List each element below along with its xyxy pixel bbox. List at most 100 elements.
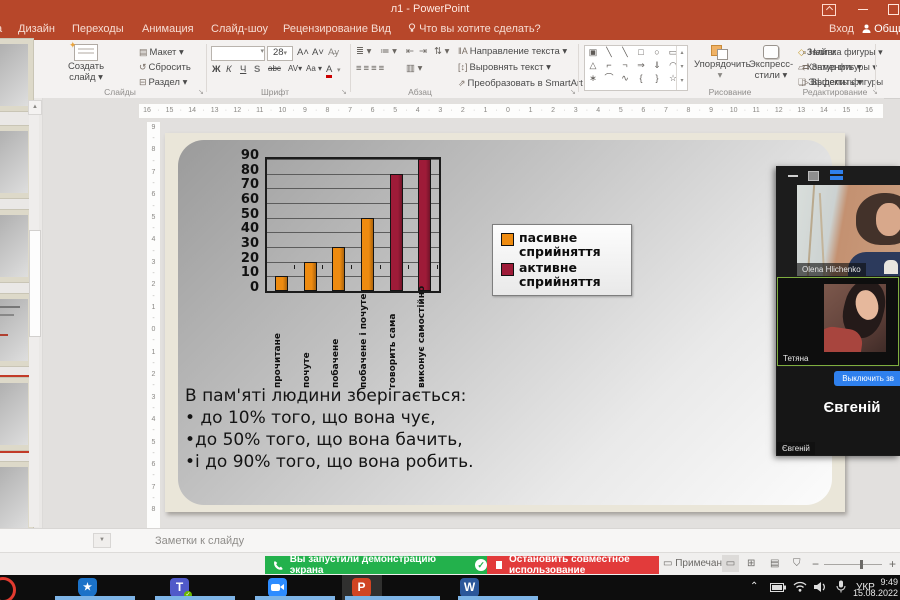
strikethrough-button[interactable]: abc — [268, 64, 281, 73]
chart-bar[interactable] — [361, 218, 374, 291]
replace-button[interactable]: ⇄Заменить ▾ — [802, 62, 862, 73]
layout-button[interactable]: ▤Макет ▾ — [139, 47, 184, 58]
chart-gridline — [267, 174, 439, 175]
change-case-button[interactable]: Aa ▾ — [306, 64, 322, 73]
chart-bar[interactable] — [332, 247, 345, 291]
shapes-scroll[interactable]: ▴▾▾ — [676, 46, 687, 90]
participant-novideo[interactable]: Выключить зв Євгеній Євгеній — [777, 367, 900, 455]
ruler-number: 8 — [147, 506, 160, 513]
zoom-slider-track[interactable] — [824, 564, 882, 565]
quick-styles-button[interactable]: Экспресс- стили ▾ — [748, 45, 794, 81]
clear-format-button[interactable]: A̶y — [328, 47, 339, 58]
slide-text-block[interactable]: В пам'яті людини зберігається: • до 10% … — [185, 385, 474, 473]
tab-fragment[interactable]: а — [0, 23, 2, 35]
find-button[interactable]: ⌕Найти — [802, 47, 836, 58]
font-color-button[interactable]: A — [326, 64, 332, 78]
wifi-icon[interactable] — [793, 581, 807, 592]
ruler-number: 1 — [477, 107, 493, 114]
chart-bar[interactable] — [304, 262, 317, 291]
battery-icon[interactable] — [770, 583, 786, 592]
reset-button[interactable]: ↺Сбросить — [139, 62, 191, 73]
slideshow-icon[interactable]: ⛉ — [793, 558, 801, 569]
slides-dialog-launcher[interactable]: ↘ — [198, 88, 204, 96]
indent-increase-button[interactable]: ⇥ — [419, 46, 427, 57]
chart-legend[interactable]: пасивне сприйняттяактивне сприйняття — [492, 224, 632, 296]
zoom-slider-thumb[interactable] — [860, 560, 863, 569]
indent-decrease-button[interactable]: ⇤ — [406, 46, 414, 57]
zoom-gallery-view-icon[interactable] — [830, 170, 843, 180]
grow-font-button[interactable]: A˄ — [297, 47, 309, 58]
window-strip — [255, 596, 335, 600]
shapes-gallery[interactable]: ▣╲╲□○▭ △⌐¬⇒⇓◠ ∗⌒∿{}☆ ▴▾▾ — [584, 45, 688, 91]
chart-bar[interactable] — [275, 276, 288, 291]
new-slide-button[interactable]: ✦ Создать слайд ▾ — [38, 44, 134, 83]
participant-video[interactable]: Olena Hlichenko — [797, 185, 900, 276]
notes-pane[interactable]: ▼ Заметки к слайду — [0, 528, 900, 553]
line-spacing-button[interactable]: ⇅ ▾ — [434, 46, 449, 57]
font-color-arrow[interactable]: ▾ — [337, 66, 341, 74]
browser-icon[interactable] — [0, 577, 16, 600]
tab-animations[interactable]: Анимация — [142, 23, 194, 35]
zoom-meeting-window[interactable]: Olena Hlichenko Тетяна Выключить зв Євге… — [776, 166, 900, 456]
stop-share-button[interactable]: Остановить совместное использование — [487, 556, 659, 574]
chart-bar[interactable] — [418, 159, 431, 291]
font-name-combo[interactable]: ▾ — [211, 46, 265, 61]
zoom-minimize-icon[interactable] — [788, 175, 798, 177]
font-size-combo[interactable]: 28▾ — [267, 46, 293, 61]
ruler-number: 11 — [748, 107, 764, 114]
thumbnail-scroll-up-icon[interactable]: ▲ — [28, 100, 42, 115]
bullets-button[interactable]: ≣ ▾ — [356, 46, 371, 57]
chart-bar[interactable] — [390, 174, 403, 291]
mute-button[interactable]: Выключить зв — [834, 371, 900, 386]
shadow-button[interactable]: S — [254, 64, 260, 75]
zoom-in-icon[interactable]: + — [889, 557, 896, 571]
tab-slideshow[interactable]: Слайд-шоу — [211, 23, 268, 35]
ruler-number: 6 — [365, 107, 381, 114]
tab-design[interactable]: Дизайн — [18, 23, 55, 35]
reading-view-icon[interactable]: ▤ — [770, 558, 779, 569]
align-buttons[interactable]: ≡≡≡≡ — [356, 63, 386, 74]
underline-button[interactable]: Ч — [240, 64, 246, 75]
slide-sorter-icon[interactable]: ⊞ — [747, 558, 755, 569]
normal-view-icon[interactable]: ▭ — [722, 555, 739, 572]
minimize-icon[interactable] — [858, 9, 868, 10]
char-spacing-button[interactable]: AV▾ — [288, 64, 302, 73]
numbering-button[interactable]: ≔ ▾ — [380, 46, 397, 57]
paragraph-dialog-launcher[interactable]: ↘ — [570, 88, 576, 96]
align-text-button[interactable]: [↕]Выровнять текст ▾ — [458, 62, 551, 73]
tab-review[interactable]: Рецензирование — [283, 23, 368, 35]
tab-view[interactable]: Вид — [371, 23, 391, 35]
defender-icon[interactable]: ★ — [78, 578, 97, 597]
zoom-maximize-icon[interactable] — [808, 171, 819, 181]
zoom-out-icon[interactable]: − — [812, 557, 819, 571]
tray-expand-icon[interactable]: ⌃ — [750, 581, 758, 592]
participant-video-active[interactable]: Тетяна — [777, 277, 899, 366]
bold-button[interactable]: Ж — [212, 64, 221, 75]
word-icon[interactable]: W — [460, 578, 479, 597]
zoom-app-icon[interactable] — [268, 578, 287, 597]
clock[interactable]: 9:49 15.08.2022 — [820, 577, 898, 598]
chart-plot-area[interactable] — [265, 157, 441, 293]
slide-canvas[interactable]: 0102030405060708090 прочитанепочутепобач… — [165, 133, 845, 512]
share-button[interactable]: Общий доступ — [862, 23, 900, 35]
thumbnail-scrollbar-thumb[interactable] — [29, 230, 41, 337]
teams-icon[interactable]: T ✓ — [170, 578, 189, 597]
columns-button[interactable]: ▥ ▾ — [406, 63, 422, 74]
notes-collapse-icon[interactable]: ▼ — [93, 533, 111, 548]
chart-x-tick — [380, 265, 381, 269]
ruler-number: 4 — [410, 107, 426, 114]
thumbnail-scrollbar-track[interactable] — [29, 115, 39, 527]
arrange-button[interactable]: Упорядочить ▾ — [694, 45, 746, 81]
ruler-number: 3 — [147, 394, 160, 401]
tab-transitions[interactable]: Переходы — [72, 23, 124, 35]
shrink-font-button[interactable]: A˅ — [312, 47, 324, 58]
tell-me-box[interactable]: Что вы хотите сделать? — [408, 23, 541, 35]
italic-button[interactable]: К — [226, 64, 232, 75]
restore-icon[interactable] — [888, 4, 899, 15]
sign-in-button[interactable]: Вход — [829, 23, 854, 35]
legend-item: активне сприйняття — [501, 261, 625, 289]
arrange-icon — [711, 45, 729, 59]
font-dialog-launcher[interactable]: ↘ — [341, 88, 347, 96]
text-direction-button[interactable]: ‖AНаправление текста ▾ — [458, 46, 567, 57]
ribbon-options-icon[interactable] — [822, 4, 836, 16]
